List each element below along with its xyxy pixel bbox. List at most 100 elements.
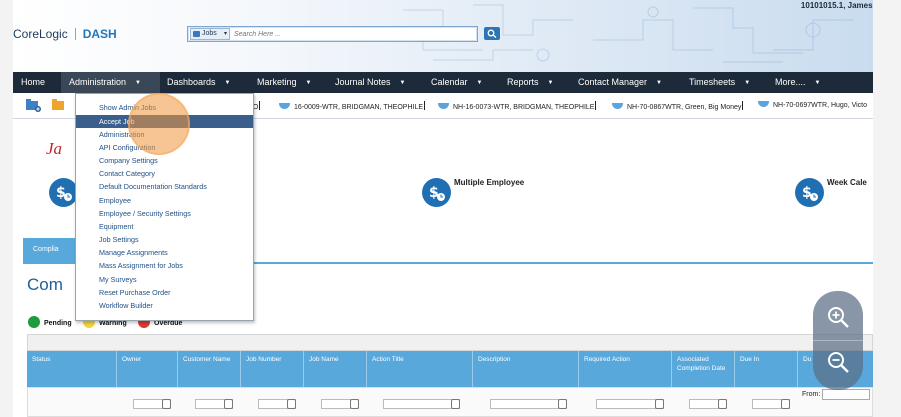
column-header-required-action[interactable]: Required Action	[579, 351, 672, 387]
job-tab-label: 16-0009-WTR, BRIDGMAN, THEOPHILE	[294, 104, 424, 111]
column-header-associated-completion-date[interactable]: Associated Completion Date	[672, 351, 735, 387]
nav-contact-manager[interactable]: Contact Manager ▼	[570, 72, 682, 93]
nav-marketing[interactable]: Marketing ▼	[249, 72, 329, 93]
filter-button-icon[interactable]	[350, 399, 359, 409]
nav-more-label: More....	[775, 77, 806, 87]
nav-marketing-label: Marketing	[257, 77, 297, 87]
column-header-customer-name[interactable]: Customer Name	[178, 351, 241, 387]
filter-button-icon[interactable]	[781, 399, 790, 409]
menu-item-company-settings[interactable]: Company Settings	[76, 154, 253, 167]
filter-job-name-input[interactable]	[321, 399, 359, 409]
menu-item-reset-purchase-order[interactable]: Reset Purchase Order	[76, 286, 253, 299]
nav-calendar[interactable]: Calendar ▼	[423, 72, 499, 93]
filter-button-icon[interactable]	[451, 399, 460, 409]
filter-required-action-input[interactable]	[596, 399, 664, 409]
card-label-week-calendar[interactable]: Week Cale	[827, 178, 867, 187]
logo-brand: CoreLogic	[13, 27, 68, 41]
menu-item-job-settings[interactable]: Job Settings	[76, 233, 253, 246]
job-tab[interactable]: 16-0009-WTR, BRIDGMAN, THEOPHILE	[279, 101, 426, 111]
card-icon-left[interactable]: $	[49, 178, 78, 207]
chevron-down-icon: ▼	[656, 80, 662, 86]
legend-pending: Pending	[28, 316, 72, 328]
nav-timesheets[interactable]: Timesheets ▼	[681, 72, 767, 93]
nav-home[interactable]: Home	[13, 72, 61, 93]
logo-product: DASH	[82, 27, 117, 41]
chevron-down-icon: ▼	[399, 80, 406, 86]
search-button[interactable]	[484, 27, 500, 40]
job-tab-label: NH-70-0867WTR, Green, Big Money	[627, 104, 742, 111]
filter-button-icon[interactable]	[224, 399, 233, 409]
tab-separator	[424, 101, 426, 110]
zoom-control	[813, 291, 863, 390]
nav-administration[interactable]: Administration ▼	[61, 72, 160, 93]
job-tab-label: NH-16-0073-WTR, BRIDGMAN, THEOPHILE	[453, 104, 595, 111]
column-header-job-name[interactable]: Job Name	[304, 351, 367, 387]
chevron-down-icon: ▼	[547, 80, 554, 86]
job-tab[interactable]: NH-70-0697WTR, Hugo, Victo	[758, 101, 867, 109]
menu-item-administration[interactable]: Administration	[76, 128, 253, 141]
tab-separator	[595, 101, 597, 110]
nav-reports[interactable]: Reports ▼	[499, 72, 571, 93]
filter-action-title-input[interactable]	[383, 399, 460, 409]
status-dot-icon	[28, 316, 40, 328]
menu-item-my-surveys[interactable]: My Surveys	[76, 273, 253, 286]
menu-item-default-documentation-standards[interactable]: Default Documentation Standards	[76, 180, 253, 193]
menu-item-workflow-builder[interactable]: Workflow Builder	[76, 299, 253, 312]
search-scope-select[interactable]: Jobs ▾	[190, 28, 230, 40]
tab-compliance[interactable]: Complia	[23, 238, 78, 262]
from-date-input[interactable]	[822, 389, 870, 400]
column-header-job-number[interactable]: Job Number	[241, 351, 304, 387]
menu-item-accept-job[interactable]: Accept Job	[76, 115, 253, 128]
search-input[interactable]	[234, 28, 474, 40]
card-label-multiple-employee[interactable]: Multiple Employee	[454, 178, 524, 187]
menu-item-employee-security-settings[interactable]: Employee / Security Settings	[76, 207, 253, 220]
filter-customer-input[interactable]	[195, 399, 233, 409]
filter-button-icon[interactable]	[655, 399, 664, 409]
column-header-action-title[interactable]: Action Title	[367, 351, 473, 387]
column-header-owner[interactable]: Owner	[117, 351, 178, 387]
column-header-description[interactable]: Description	[473, 351, 579, 387]
dollar-clock-icon: $	[56, 185, 72, 201]
filter-row	[27, 387, 873, 417]
menu-item-mass-assignment-for-jobs[interactable]: Mass Assignment for Jobs	[76, 259, 253, 272]
filter-due-in-input[interactable]	[752, 399, 790, 409]
svg-text:$: $	[429, 185, 439, 201]
calendar-icon[interactable]	[718, 399, 727, 409]
column-header-due-in[interactable]: Due In	[735, 351, 798, 387]
nav-home-label: Home	[21, 77, 46, 87]
nav-journal-notes[interactable]: Journal Notes ▼	[327, 72, 424, 93]
menu-item-manage-assignments[interactable]: Manage Assignments	[76, 246, 253, 259]
menu-item-api-configuration[interactable]: API Configuration	[76, 141, 253, 154]
menu-item-employee[interactable]: Employee	[76, 194, 253, 207]
week-calendar-icon[interactable]: $	[795, 178, 824, 207]
corelogic-dash-logo[interactable]: CoreLogic DASH	[13, 27, 117, 41]
job-tab[interactable]: NH-70-0867WTR, Green, Big Money	[612, 101, 744, 111]
column-header-status[interactable]: Status	[27, 351, 117, 387]
multiple-employee-icon[interactable]: $	[422, 178, 451, 207]
zoom-in-icon[interactable]	[826, 305, 850, 329]
filter-button-icon[interactable]	[162, 399, 171, 409]
section-title: Com	[27, 275, 63, 294]
menu-item-contact-category[interactable]: Contact Category	[76, 167, 253, 180]
tab-separator	[259, 101, 261, 110]
zoom-out-icon[interactable]	[826, 350, 850, 374]
filter-job-number-input[interactable]	[258, 399, 296, 409]
page-title: Ja	[46, 139, 63, 158]
logo-divider	[74, 28, 76, 40]
folder-icon[interactable]	[52, 99, 64, 111]
job-tab[interactable]: NH-16-0073-WTR, BRIDGMAN, THEOPHILE	[438, 101, 597, 111]
menu-item-show-admin-jobs[interactable]: Show Admin Jobs	[76, 101, 253, 114]
add-folder-icon[interactable]	[26, 99, 41, 112]
filter-description-input[interactable]	[490, 399, 567, 409]
filter-owner-input[interactable]	[133, 399, 171, 409]
filter-button-icon[interactable]	[287, 399, 296, 409]
menu-item-equipment[interactable]: Equipment	[76, 220, 253, 233]
nav-calendar-label: Calendar	[431, 77, 468, 87]
dollar-clock-icon: $	[802, 185, 818, 201]
screen: 10101015.1, James I CoreLogic DASH Jobs ▾…	[0, 0, 901, 417]
nav-dashboards[interactable]: Dashboards ▼	[159, 72, 249, 93]
filter-button-icon[interactable]	[558, 399, 567, 409]
filter-completion-date-input[interactable]	[689, 399, 727, 409]
nav-more[interactable]: More.... ▼	[767, 72, 837, 93]
header: 10101015.1, James I CoreLogic DASH Jobs ▾	[13, 0, 873, 72]
